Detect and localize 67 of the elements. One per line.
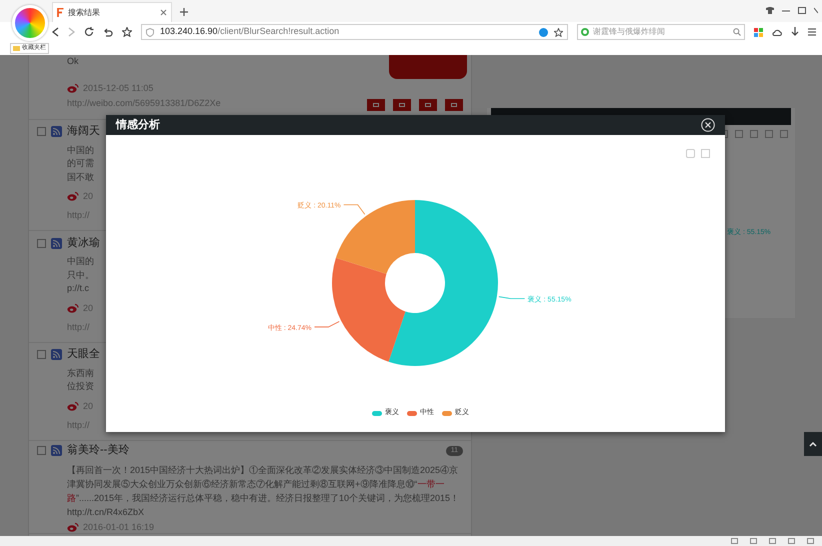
weibo-icon xyxy=(67,522,79,532)
post-title[interactable]: 天眼全 xyxy=(67,346,100,363)
star-icon[interactable] xyxy=(122,27,132,37)
post-text: 东西南 xyxy=(67,366,94,380)
post-text: p://t.c xyxy=(67,282,90,295)
action-button[interactable] xyxy=(367,98,385,110)
status-icon[interactable] xyxy=(807,538,814,544)
weibo-icon xyxy=(67,400,79,410)
action-button[interactable] xyxy=(445,98,463,110)
undo-icon[interactable] xyxy=(103,27,113,37)
status-icon[interactable] xyxy=(788,538,795,544)
checkbox[interactable] xyxy=(37,350,46,359)
post-text: 中国的 xyxy=(67,255,94,268)
address-bar[interactable]: 103.240.16.90/client/BlurSearch!result.action xyxy=(141,24,568,40)
modal-title: 情感分析 xyxy=(116,118,160,133)
post-title[interactable]: 海阔天 xyxy=(67,123,100,140)
post-text: 国不敢 xyxy=(67,170,94,184)
apps-icon[interactable] xyxy=(754,28,763,36)
search-engine-icon xyxy=(581,28,589,36)
scroll-top-button[interactable] xyxy=(804,432,822,456)
post-text: 只中。 xyxy=(67,268,94,282)
shirt-icon[interactable] xyxy=(766,7,774,14)
browser-engine-icon xyxy=(539,28,548,36)
leader-line xyxy=(498,296,526,300)
cloud-icon[interactable] xyxy=(772,28,782,36)
weibo-icon xyxy=(67,191,79,201)
shield-icon xyxy=(146,28,154,36)
leader-line xyxy=(343,204,366,215)
rss-icon xyxy=(51,445,62,456)
tab-title: 搜索结果 xyxy=(68,6,100,18)
post-text: Ok xyxy=(67,55,79,68)
post-title[interactable]: 翁美玲--美玲 xyxy=(67,442,130,459)
forward-icon[interactable] xyxy=(68,27,75,37)
weibo-icon xyxy=(67,302,79,312)
menu-icon[interactable] xyxy=(808,28,816,36)
browser-tab[interactable]: 搜索结果 xyxy=(52,2,172,22)
address-text: 103.240.16.90/client/BlurSearch!result.action xyxy=(160,25,340,38)
search-icon[interactable] xyxy=(733,28,741,36)
close-icon[interactable] xyxy=(814,7,818,14)
post-text: 位投资 xyxy=(67,380,94,393)
chevron-up-icon[interactable] xyxy=(809,442,817,446)
action-button[interactable] xyxy=(393,98,411,110)
rss-icon xyxy=(51,349,62,360)
logo-icon xyxy=(57,8,64,17)
checkbox[interactable] xyxy=(37,127,46,136)
leader-line xyxy=(314,321,340,328)
rss-icon xyxy=(51,238,62,248)
search-field[interactable]: 谢霆锋与俄爆炸绯闻 xyxy=(577,24,745,40)
maximize-icon[interactable] xyxy=(798,7,806,14)
weibo-icon xyxy=(67,82,79,92)
star-icon[interactable] xyxy=(554,28,563,36)
status-icon[interactable] xyxy=(750,538,757,544)
new-tab-icon[interactable] xyxy=(180,8,188,16)
checkbox[interactable] xyxy=(37,238,46,248)
status-icon[interactable] xyxy=(769,538,776,544)
post-text: 的可需 xyxy=(67,157,94,170)
reload-icon[interactable] xyxy=(84,27,94,37)
back-icon[interactable] xyxy=(52,27,59,37)
rss-icon xyxy=(51,126,62,137)
action-button[interactable] xyxy=(419,98,437,110)
status-icon[interactable] xyxy=(731,538,738,544)
post-title[interactable]: 黄冰瑜 xyxy=(67,234,100,252)
search-input[interactable]: 谢霆锋与俄爆炸绯闻 xyxy=(593,26,729,38)
download-icon[interactable] xyxy=(791,27,799,37)
post-text: 【再回首一次！2015中国经济十大热词出炉】①全面深化改革②发展实体经济③中国制造2025④京津冀协同发展⑤大众创业万众创新⑥经济新常态⑦化解产能过剩⑧互联网+⑨降准降息⑩“一带一路”......2015年，我国经济运行总体平稳，稳中有进。经济日报整理了10个关键词，为您梳理2015！http://t.cn/R4x6ZbX xyxy=(67,464,460,518)
post-text: 中国的 xyxy=(67,144,94,156)
checkbox[interactable] xyxy=(37,446,46,455)
